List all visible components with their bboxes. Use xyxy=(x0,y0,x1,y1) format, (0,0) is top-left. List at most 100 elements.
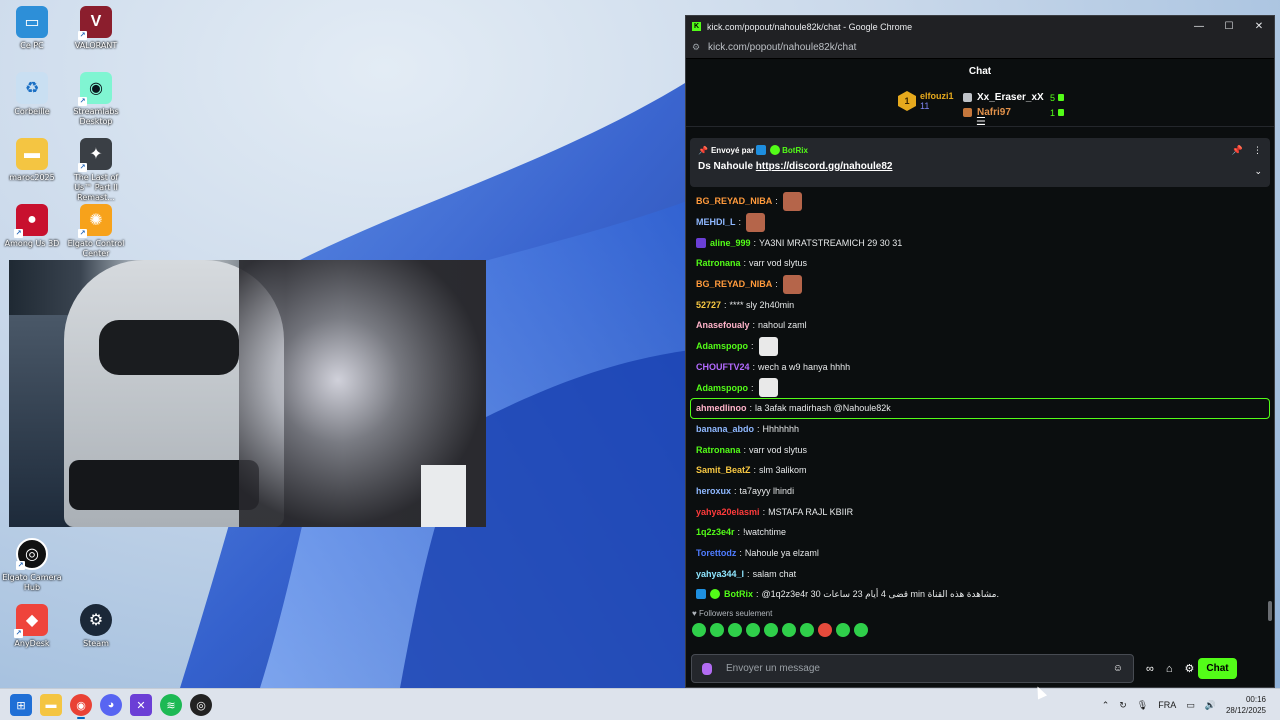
chat-username[interactable]: Samit_BeatZ xyxy=(696,465,751,475)
chat-username[interactable]: Ratronana xyxy=(696,258,741,268)
chat-message[interactable]: banana_abdo: Hhhhhhh xyxy=(696,419,1264,440)
start-button-windows-icon[interactable]: ⊞ xyxy=(10,694,32,716)
chat-username[interactable]: Anasefoualy xyxy=(696,320,750,330)
desktop-icon-last-of-us[interactable]: ✦ ↗ The Last of Us™ Part II Remast... xyxy=(64,138,128,203)
chat-message[interactable]: yahya20elasmi: MSTAFA RAJL KBIIR xyxy=(696,501,1264,522)
desktop-icon-elgato-camera-hub[interactable]: ◎ ↗ Elgato Camera Hub xyxy=(0,538,64,593)
site-info-icon[interactable]: ⚙ xyxy=(692,42,708,53)
emote-button[interactable] xyxy=(800,622,814,637)
chat-message[interactable]: CHOUFTV24: wech a w9 hanya hhhh xyxy=(696,357,1264,378)
chat-username[interactable]: CHOUFTV24 xyxy=(696,362,750,372)
filter-icon[interactable]: ☰ xyxy=(976,115,986,128)
obs-icon[interactable]: ◎ xyxy=(190,694,212,716)
pinned-author[interactable]: BotRix xyxy=(782,146,808,155)
chat-username[interactable]: yahya20elasmi xyxy=(696,507,760,517)
chat-username[interactable]: heroxux xyxy=(696,486,731,496)
chat-input[interactable]: Envoyer un message ☺ xyxy=(691,654,1134,683)
desktop-icon-ce-pc[interactable]: ▭ Ce PC xyxy=(0,6,64,51)
store-icon[interactable]: ⌂ xyxy=(1166,663,1173,675)
emote-button[interactable] xyxy=(710,622,724,637)
microphone-icon[interactable] xyxy=(702,662,712,675)
capcut-icon[interactable]: ✕ xyxy=(130,694,152,716)
chat-username[interactable]: Ratronana xyxy=(696,445,741,455)
close-button[interactable]: ✕ xyxy=(1244,21,1274,32)
microphone-tray-icon[interactable]: 🎙 xyxy=(1137,700,1148,711)
chat-username[interactable]: Adamspopo xyxy=(696,383,748,393)
chat-username[interactable]: BG_REYAD_NIBA xyxy=(696,279,772,289)
url-text[interactable]: kick.com/popout/nahoule82k/chat xyxy=(708,42,856,53)
chat-username[interactable]: 1q2z3e4r xyxy=(696,527,735,537)
emote-button[interactable] xyxy=(764,622,778,637)
settings-gear-icon[interactable]: ⚙ xyxy=(1185,662,1195,675)
desktop-icon-among-us[interactable]: ● ↗ Among Us 3D xyxy=(0,204,64,249)
pinned-message[interactable]: 📌 Envoyé par BotRix Ds Nahoule https://d… xyxy=(690,138,1270,187)
chat-username[interactable]: BG_REYAD_NIBA xyxy=(696,196,772,206)
emote-button[interactable] xyxy=(854,622,868,637)
network-icon[interactable]: ▭ xyxy=(1186,700,1195,711)
leaderboard-row[interactable]: Xx_Eraser_xX 5 xyxy=(963,90,1064,105)
chat-emote[interactable] xyxy=(758,378,778,398)
chat-username[interactable]: aline_999 xyxy=(710,238,751,248)
chat-message[interactable]: Ratronana: varr vod slytus xyxy=(696,439,1264,460)
emote-button[interactable] xyxy=(728,622,742,637)
discord-icon[interactable]: ◕ xyxy=(100,694,122,716)
sync-icon[interactable]: ↻ xyxy=(1119,700,1127,711)
chevron-up-icon[interactable]: ⌃ xyxy=(1102,700,1110,711)
spotify-icon[interactable]: ≋ xyxy=(160,694,182,716)
chat-username[interactable]: yahya344_l xyxy=(696,569,744,579)
emote-button[interactable] xyxy=(836,622,850,637)
chat-message[interactable]: Anasefoualy: nahoul zaml xyxy=(696,315,1264,336)
emote-button[interactable] xyxy=(692,622,706,637)
chat-message[interactable]: MEHDI_L: xyxy=(696,212,1264,233)
chat-emote[interactable] xyxy=(746,212,766,232)
desktop-icon-valorant[interactable]: V ↗ VALORANT xyxy=(64,6,128,51)
chat-message[interactable]: Torettodz: Nahoule ya elzaml xyxy=(696,543,1264,564)
chat-message[interactable]: Samit_BeatZ: slm 3alikom xyxy=(696,460,1264,481)
desktop-icon-maroc2025[interactable]: ▬ maroc2025 xyxy=(0,138,64,183)
emote-button[interactable] xyxy=(818,622,832,637)
language-indicator[interactable]: FRA xyxy=(1158,700,1176,710)
desktop-icon-streamlabs[interactable]: ◉ ↗ Streamlabs Desktop xyxy=(64,72,128,127)
emote-button[interactable] xyxy=(746,622,760,637)
desktop-icon-recycle-bin[interactable]: ♻ Corbeille xyxy=(0,72,64,117)
chat-message[interactable]: Adamspopo: xyxy=(696,336,1264,357)
chat-emote[interactable] xyxy=(758,336,778,356)
send-chat-button[interactable]: Chat xyxy=(1198,658,1237,679)
chat-message[interactable]: BG_REYAD_NIBA: xyxy=(696,274,1264,295)
maximize-button[interactable]: ☐ xyxy=(1214,21,1244,32)
desktop-icon-elgato-control-center[interactable]: ✺ ↗ Elgato Control Center xyxy=(64,204,128,259)
file-explorer-icon[interactable]: ▬ xyxy=(40,694,62,716)
emote-button[interactable] xyxy=(782,622,796,637)
chevron-down-icon[interactable]: ⌄ xyxy=(1254,166,1262,177)
chat-message[interactable]: 1q2z3e4r: !watchtime xyxy=(696,522,1264,543)
chat-username[interactable]: ahmedlinoo xyxy=(696,403,747,413)
leaderboard-first[interactable]: 1 elfouzi1 11 xyxy=(898,91,954,111)
chat-message[interactable]: yahya344_l: salam chat xyxy=(696,563,1264,584)
chat-username[interactable]: banana_abdo xyxy=(696,424,754,434)
volume-icon[interactable]: 🔊 xyxy=(1205,700,1216,711)
chrome-icon[interactable]: ◉ xyxy=(70,694,92,719)
chat-scrollbar[interactable] xyxy=(1268,601,1272,621)
chat-message[interactable]: BotRix: @1q2z3e4r 30 قضى 4 أيام 23 ساعات … xyxy=(696,584,1264,605)
minimize-button[interactable]: — xyxy=(1184,21,1214,32)
chat-message[interactable]: 52727: **** sly 2h40min xyxy=(696,294,1264,315)
clock[interactable]: 00:16 28/12/2025 xyxy=(1226,694,1266,716)
chat-emote[interactable] xyxy=(782,274,802,294)
chat-input-placeholder[interactable]: Envoyer un message xyxy=(726,663,1113,674)
chat-message[interactable]: aline_999: YA3NI MRATSTREAMICH 29 30 31 xyxy=(696,232,1264,253)
emoji-picker-icon[interactable]: ☺ xyxy=(1113,663,1123,674)
chat-username[interactable]: MEHDI_L xyxy=(696,217,736,227)
desktop-icon-steam[interactable]: ⚙ Steam xyxy=(64,604,128,649)
chat-username[interactable]: 52727 xyxy=(696,300,721,310)
chat-username[interactable]: Adamspopo xyxy=(696,341,748,351)
chat-message[interactable]: Adamspopo: xyxy=(696,377,1264,398)
chat-message[interactable]: heroxux: ta7ayyy lhindi xyxy=(696,481,1264,502)
window-titlebar[interactable]: K kick.com/popout/nahoule82k/chat - Goog… xyxy=(686,16,1274,37)
chat-emote[interactable] xyxy=(782,191,802,211)
chat-message[interactable]: BG_REYAD_NIBA: xyxy=(696,191,1264,212)
users-icon[interactable]: ∞ xyxy=(1146,663,1154,675)
discord-link[interactable]: https://discord.gg/nahoule82 xyxy=(756,161,893,172)
chat-message[interactable]: Ratronana: varr vod slytus xyxy=(696,253,1264,274)
desktop-icon-anydesk[interactable]: ◆ ↗ AnyDesk xyxy=(0,604,64,649)
unpin-icon[interactable]: 📌 xyxy=(1232,145,1243,155)
